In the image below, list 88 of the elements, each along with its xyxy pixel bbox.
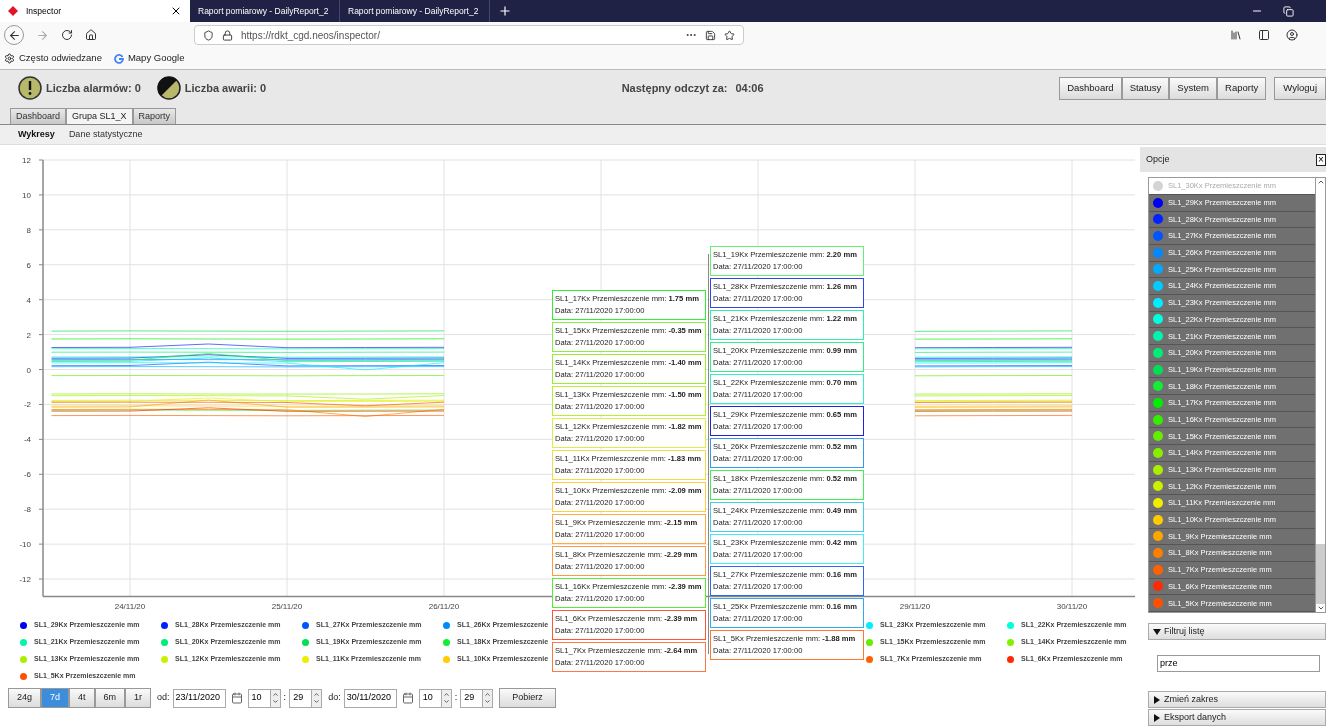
y-tick-label: 10 bbox=[22, 191, 31, 201]
next-reading-countdown: 04:06 bbox=[735, 80, 764, 96]
bookmark[interactable]: Często odwiedzane bbox=[4, 51, 102, 66]
spin-down-icon[interactable] bbox=[271, 698, 279, 706]
collapsible-section-header[interactable]: Eksport danych bbox=[1148, 709, 1326, 726]
panel-title: Opcje bbox=[1146, 152, 1170, 166]
failure-indicator-icon bbox=[156, 76, 181, 101]
spin-up-icon[interactable] bbox=[484, 691, 492, 699]
address-bar[interactable]: https://rdkt_cgd.neos/inspector/ bbox=[194, 25, 744, 45]
nav-button[interactable]: System bbox=[1169, 76, 1217, 100]
fetch-button[interactable]: Pobierz bbox=[499, 688, 556, 709]
tab[interactable]: Dashboard bbox=[10, 108, 67, 125]
scrollbar-thumb[interactable] bbox=[1316, 544, 1325, 604]
google-logo-icon bbox=[113, 53, 124, 64]
time-separator: : bbox=[454, 691, 458, 705]
y-tick-label: -2 bbox=[23, 400, 31, 410]
spin-up-icon[interactable] bbox=[271, 691, 279, 699]
scrollbar[interactable] bbox=[1316, 177, 1326, 613]
nav-button[interactable]: Statusy bbox=[1121, 76, 1170, 100]
sidebar-icon[interactable] bbox=[1258, 29, 1270, 41]
time-separator: : bbox=[283, 691, 287, 705]
x-tick-label: 29/11/20 bbox=[899, 601, 931, 611]
range-preset-button[interactable]: 4t bbox=[69, 688, 95, 709]
filter-input[interactable]: prze bbox=[1157, 654, 1320, 672]
url-text: https://rdkt_cgd.neos/inspector/ bbox=[241, 28, 381, 43]
nav-button[interactable]: Dashboard bbox=[1059, 76, 1122, 100]
y-tick-label: 12 bbox=[22, 156, 31, 166]
tab[interactable]: Grupa SL1_X bbox=[66, 108, 133, 125]
home-icon[interactable] bbox=[85, 29, 97, 41]
browser-tab[interactable]: Inspector bbox=[0, 0, 190, 22]
collapsible-section-header[interactable]: Filtruj listę bbox=[1148, 623, 1326, 640]
x-tick-label: 24/11/20 bbox=[114, 601, 146, 611]
nav-button[interactable]: Raporty bbox=[1217, 76, 1267, 100]
minute-spinner[interactable]: 29 bbox=[460, 688, 494, 708]
range-preset-button[interactable]: 6m bbox=[94, 688, 126, 709]
x-tick-label: 25/11/20 bbox=[271, 601, 303, 611]
x-tick-label: 30/11/20 bbox=[1056, 601, 1088, 611]
restore-icon[interactable] bbox=[1283, 5, 1294, 17]
x-tick-label: 26/11/20 bbox=[428, 601, 460, 611]
star-icon[interactable] bbox=[724, 29, 735, 41]
date-field[interactable]: 30/11/2020 bbox=[343, 688, 397, 708]
calendar-icon[interactable] bbox=[230, 692, 243, 705]
library-icon[interactable] bbox=[1230, 29, 1242, 41]
range-label: od: bbox=[157, 691, 170, 705]
y-tick-label: 0 bbox=[26, 365, 31, 375]
y-tick-label: 8 bbox=[26, 225, 31, 235]
collapsible-section-header[interactable]: Zmień zakres bbox=[1148, 691, 1326, 708]
spin-down-icon[interactable] bbox=[484, 698, 492, 706]
lock-icon bbox=[222, 29, 233, 41]
gear-icon bbox=[4, 53, 15, 64]
spin-down-icon[interactable] bbox=[313, 698, 321, 706]
alarm-count: Liczba alarmów: 0 bbox=[46, 80, 141, 96]
alarm-indicator-icon bbox=[18, 76, 42, 101]
failure-count: Liczba awarii: 0 bbox=[184, 80, 267, 96]
y-tick-label: -8 bbox=[23, 505, 31, 515]
y-tick-label: 2 bbox=[26, 330, 31, 340]
bookmark[interactable]: Mapy Google bbox=[113, 51, 185, 66]
close-icon[interactable] bbox=[170, 5, 182, 17]
spin-up-icon[interactable] bbox=[313, 691, 321, 699]
reload-icon[interactable] bbox=[61, 29, 73, 41]
logout-button[interactable]: Wyloguj bbox=[1274, 76, 1326, 100]
y-tick-label: -4 bbox=[23, 435, 31, 445]
range-label: do: bbox=[328, 691, 341, 705]
diamond-icon bbox=[8, 6, 18, 16]
subtab[interactable]: Wykresy bbox=[18, 127, 55, 142]
hour-spinner[interactable]: 10 bbox=[418, 688, 452, 708]
y-tick-label: 6 bbox=[26, 260, 31, 270]
range-preset-button[interactable]: 1r bbox=[125, 688, 152, 709]
range-preset-button[interactable]: 24g bbox=[8, 688, 42, 709]
scroll-down-icon[interactable] bbox=[1316, 604, 1325, 612]
shield-icon bbox=[203, 29, 214, 41]
account-icon[interactable] bbox=[1286, 29, 1298, 41]
hour-spinner[interactable]: 10 bbox=[247, 688, 281, 708]
calendar-icon[interactable] bbox=[401, 692, 414, 705]
date-field[interactable]: 23/11/2020 bbox=[172, 688, 226, 708]
subtab[interactable]: Dane statystyczne bbox=[68, 127, 143, 142]
y-tick-label: 4 bbox=[26, 295, 31, 305]
tab[interactable]: Raporty bbox=[132, 108, 177, 125]
next-reading-label: Następny odczyt za: bbox=[621, 80, 728, 96]
close-button[interactable]: × bbox=[1316, 153, 1326, 166]
minute-spinner[interactable]: 29 bbox=[289, 688, 323, 708]
y-tick-label: -12 bbox=[19, 575, 31, 585]
spin-down-icon[interactable] bbox=[442, 698, 450, 706]
back-arrow-icon bbox=[7, 28, 21, 42]
spin-up-icon[interactable] bbox=[442, 691, 450, 699]
y-tick-label: -6 bbox=[23, 470, 31, 480]
y-tick-label: -10 bbox=[19, 540, 31, 550]
new-tab-icon[interactable] bbox=[498, 4, 512, 18]
